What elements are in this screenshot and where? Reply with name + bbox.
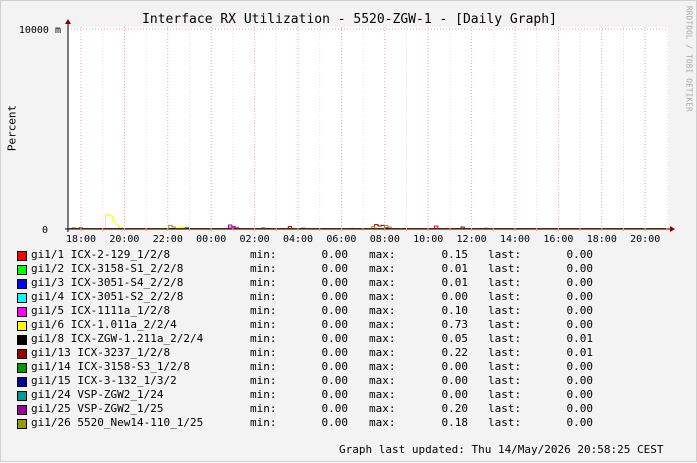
x-tick-label: 20:00 [630, 234, 660, 245]
y-tick-label: 10000 m [19, 25, 61, 36]
x-tick-label: 22:00 [153, 234, 183, 245]
plot-area [68, 27, 668, 229]
x-tick-label: 08:00 [370, 234, 400, 245]
x-tick-label: 20:00 [109, 234, 139, 245]
x-tick-label: 10:00 [413, 234, 443, 245]
x-tick-label: 06:00 [326, 234, 356, 245]
chart-svg: 18:00 20:00 22:00 00:00 02:00 04:00 06:00 08:00… [19, 19, 675, 245]
y-axis-arrow [65, 19, 71, 24]
x-tick-label: 18:00 [587, 234, 617, 245]
x-tick-label: 16:00 [543, 234, 573, 245]
last-updated-text: Graph last updated: Thu 14/May/2026 20:5… [339, 443, 664, 456]
graph-frame: Interface RX Utilization - 5520-ZGW-1 - … [0, 0, 697, 462]
x-tick-label: 18:00 [66, 234, 96, 245]
x-axis-arrow [670, 226, 675, 232]
x-tick-label: 02:00 [240, 234, 270, 245]
x-tick-label: 12:00 [457, 234, 487, 245]
x-tick-label: 00:00 [196, 234, 226, 245]
y-tick-label: 0 [42, 225, 48, 236]
x-tick-label: 04:00 [283, 234, 313, 245]
x-tick-label: 14:00 [500, 234, 530, 245]
